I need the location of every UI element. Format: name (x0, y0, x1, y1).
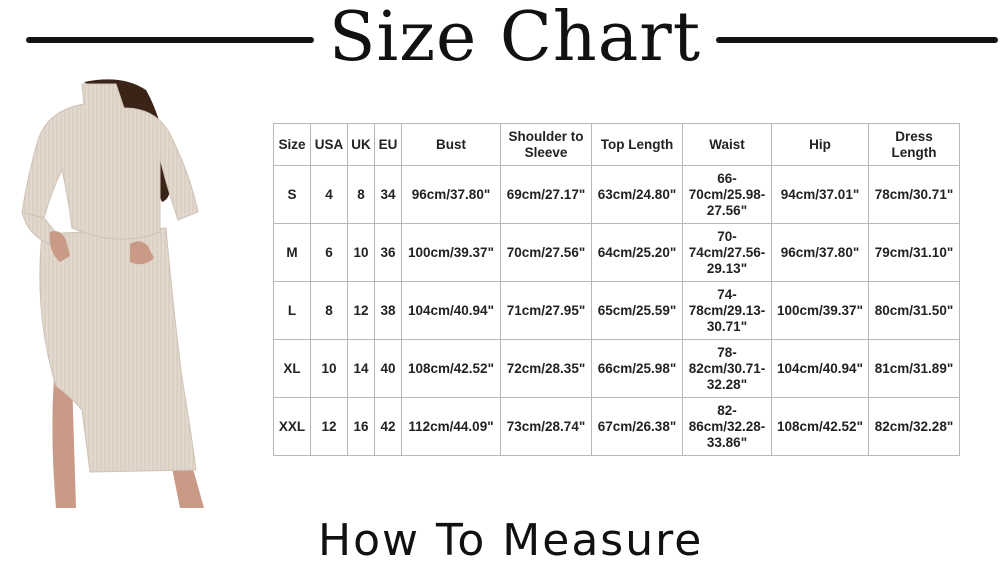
table-cell: 67cm/26.38" (591, 397, 683, 456)
column-header-eu: EU (374, 123, 402, 166)
table-cell: 64cm/25.20" (591, 223, 683, 282)
table-cell: 70cm/27.56" (500, 223, 592, 282)
table-cell: 14 (347, 339, 375, 398)
table-cell: 12 (347, 281, 375, 340)
table-row: M 6 10 36 100cm/39.37" 70cm/27.56" 64cm/… (273, 223, 960, 282)
table-row: L 8 12 38 104cm/40.94" 71cm/27.95" 65cm/… (273, 281, 960, 340)
column-header-usa: USA (310, 123, 348, 166)
table-cell: 104cm/40.94" (401, 281, 501, 340)
table-cell: 12 (310, 397, 348, 456)
table-cell: 66-70cm/25.98-27.56" (682, 165, 772, 224)
table-header-row: Size USA UK EU Bust Shoulder to Sleeve T… (273, 123, 960, 166)
column-header-hip: Hip (771, 123, 869, 166)
table-cell: 79cm/31.10" (868, 223, 960, 282)
title-divider-left (26, 37, 314, 43)
table-cell: 108cm/42.52" (771, 397, 869, 456)
table-cell: S (273, 165, 311, 224)
table-cell: 78cm/30.71" (868, 165, 960, 224)
table-cell: 104cm/40.94" (771, 339, 869, 398)
table-cell: 66cm/25.98" (591, 339, 683, 398)
column-header-uk: UK (347, 123, 375, 166)
table-cell: 73cm/28.74" (500, 397, 592, 456)
table-cell: 65cm/25.59" (591, 281, 683, 340)
how-to-measure-heading: How To Measure (318, 515, 704, 566)
table-cell: 69cm/27.17" (500, 165, 592, 224)
table-cell: 74-78cm/29.13-30.71" (682, 281, 772, 340)
table-cell: 10 (347, 223, 375, 282)
size-chart-table: Size USA UK EU Bust Shoulder to Sleeve T… (273, 123, 960, 456)
table-cell: 36 (374, 223, 402, 282)
table-cell: 63cm/24.80" (591, 165, 683, 224)
table-cell: 8 (347, 165, 375, 224)
table-cell: 16 (347, 397, 375, 456)
table-cell: 100cm/39.37" (771, 281, 869, 340)
table-cell: L (273, 281, 311, 340)
model-photo (21, 79, 204, 508)
table-cell: 40 (374, 339, 402, 398)
table-row: XL 10 14 40 108cm/42.52" 72cm/28.35" 66c… (273, 339, 960, 398)
column-header-top-length: Top Length (591, 123, 683, 166)
table-cell: 96cm/37.80" (401, 165, 501, 224)
title-banner: Size Chart (0, 0, 1002, 80)
table-cell: 10 (310, 339, 348, 398)
column-header-shoulder-to-sleeve: Shoulder to Sleeve (500, 123, 592, 166)
table-cell: 4 (310, 165, 348, 224)
table-cell: 6 (310, 223, 348, 282)
column-header-waist: Waist (682, 123, 772, 166)
column-header-size: Size (273, 123, 311, 166)
column-header-dress-length: Dress Length (868, 123, 960, 166)
table-row: XXL 12 16 42 112cm/44.09" 73cm/28.74" 67… (273, 397, 960, 456)
table-cell: M (273, 223, 311, 282)
table-cell: 108cm/42.52" (401, 339, 501, 398)
table-cell: 71cm/27.95" (500, 281, 592, 340)
page-title: Size Chart (328, 0, 702, 77)
title-divider-right (716, 37, 998, 43)
table-cell: 8 (310, 281, 348, 340)
column-header-bust: Bust (401, 123, 501, 166)
table-cell: 81cm/31.89" (868, 339, 960, 398)
table-cell: 112cm/44.09" (401, 397, 501, 456)
table-cell: 70-74cm/27.56-29.13" (682, 223, 772, 282)
table-cell: 78-82cm/30.71-32.28" (682, 339, 772, 398)
table-cell: 34 (374, 165, 402, 224)
table-cell: 80cm/31.50" (868, 281, 960, 340)
table-row: S 4 8 34 96cm/37.80" 69cm/27.17" 63cm/24… (273, 165, 960, 224)
table-cell: 94cm/37.01" (771, 165, 869, 224)
table-cell: XL (273, 339, 311, 398)
table-cell: 72cm/28.35" (500, 339, 592, 398)
table-cell: 82cm/32.28" (868, 397, 960, 456)
table-cell: XXL (273, 397, 311, 456)
table-cell: 100cm/39.37" (401, 223, 501, 282)
table-cell: 82-86cm/32.28-33.86" (682, 397, 772, 456)
table-cell: 38 (374, 281, 402, 340)
table-cell: 42 (374, 397, 402, 456)
table-cell: 96cm/37.80" (771, 223, 869, 282)
